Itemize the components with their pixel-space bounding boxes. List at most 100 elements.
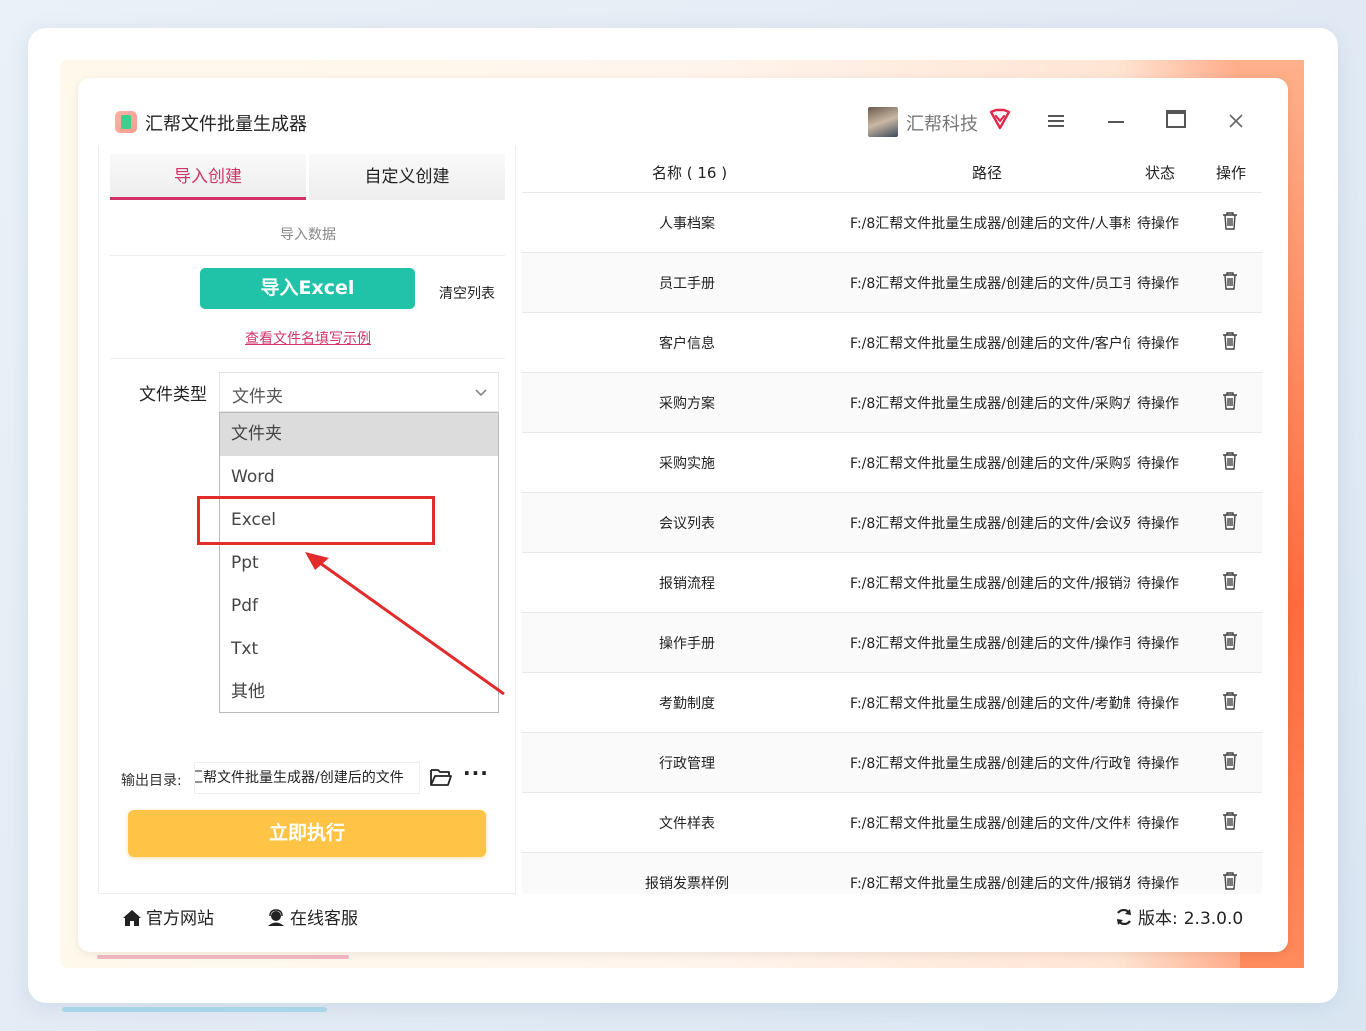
cell-path: F:/8汇帮文件批量生成器/创建后的文件/客户信息 — [850, 336, 1130, 352]
import-excel-button[interactable]: 导入Excel — [200, 268, 415, 309]
table-row[interactable]: 员工手册 F:/8汇帮文件批量生成器/创建后的文件/员工手册 待操作 — [522, 253, 1262, 313]
column-header-operation: 操作 — [1216, 164, 1247, 182]
cell-name: 报销流程 — [659, 576, 715, 592]
cell-name: 采购实施 — [659, 456, 715, 472]
divider — [110, 255, 505, 256]
trash-icon[interactable] — [1221, 571, 1239, 591]
cell-path: F:/8汇帮文件批量生成器/创建后的文件/文件样表 — [850, 816, 1130, 832]
table-row[interactable]: 客户信息 F:/8汇帮文件批量生成器/创建后的文件/客户信息 待操作 — [522, 313, 1262, 373]
company-name[interactable]: 汇帮科技 — [906, 110, 978, 136]
trash-icon[interactable] — [1221, 271, 1239, 291]
cell-path: F:/8汇帮文件批量生成器/创建后的文件/会议列表 — [850, 516, 1130, 532]
cell-name: 操作手册 — [659, 636, 715, 652]
app-title: 汇帮文件批量生成器 — [145, 114, 307, 135]
decor-bar-pink — [97, 955, 349, 959]
official-website-link[interactable]: 官方网站 — [122, 904, 214, 929]
trash-icon[interactable] — [1221, 691, 1239, 711]
cell-status: 待操作 — [1137, 396, 1179, 412]
app-window: 汇帮文件批量生成器 汇帮科技 导入创建 自定义创建 导入数据 导入Excel 清… — [78, 78, 1288, 952]
cell-path: F:/8汇帮文件批量生成器/创建后的文件/报销流程 — [850, 576, 1130, 592]
vip-diamond-icon[interactable] — [988, 108, 1012, 130]
cell-path: F:/8汇帮文件批量生成器/创建后的文件/采购实施 — [850, 456, 1130, 472]
trash-icon[interactable] — [1221, 211, 1239, 231]
trash-icon[interactable] — [1221, 631, 1239, 651]
cell-status: 待操作 — [1137, 696, 1179, 712]
cell-status: 待操作 — [1137, 756, 1179, 772]
divider — [110, 358, 505, 359]
cell-status: 待操作 — [1137, 276, 1179, 292]
version-number: 2.3.0.0 — [1183, 909, 1244, 929]
cell-path: F:/8汇帮文件批量生成器/创建后的文件/采购方案 — [850, 396, 1130, 412]
table-row[interactable]: 报销发票样例 F:/8汇帮文件批量生成器/创建后的文件/报销发票样例待操作 — [522, 853, 1262, 894]
folder-open-icon[interactable] — [429, 766, 453, 788]
refresh-icon[interactable] — [1114, 907, 1134, 927]
app-logo-icon — [115, 111, 137, 133]
cell-name: 会议列表 — [659, 516, 715, 532]
version-label: 版本: — [1138, 909, 1178, 929]
cell-path: F:/8汇帮文件批量生成器/创建后的文件/报销发票样例 — [850, 876, 1130, 892]
cell-status: 待操作 — [1137, 816, 1179, 832]
output-dir-input[interactable]: 汇帮文件批量生成器/创建后的文件 — [194, 762, 420, 794]
file-type-select[interactable]: 文件夹 — [219, 372, 499, 412]
table-row[interactable]: 考勤制度 F:/8汇帮文件批量生成器/创建后的文件/考勤制度 待操作 — [522, 673, 1262, 733]
cell-path: F:/8汇帮文件批量生成器/创建后的文件/人事档案 — [850, 216, 1130, 232]
cell-path: F:/8汇帮文件批量生成器/创建后的文件/行政管理 — [850, 756, 1130, 772]
section-label-import-data: 导入数据 — [280, 227, 336, 243]
tab-import-create[interactable]: 导入创建 — [110, 154, 306, 200]
annotation-arrow — [305, 552, 505, 696]
table-row[interactable]: 操作手册 F:/8汇帮文件批量生成器/创建后的文件/操作手册 待操作 — [522, 613, 1262, 673]
online-service-link[interactable]: 在线客服 — [266, 904, 358, 929]
cell-name: 报销发票样例 — [645, 876, 729, 892]
trash-icon[interactable] — [1221, 811, 1239, 831]
trash-icon[interactable] — [1221, 451, 1239, 471]
column-header-path: 路径 — [972, 164, 1003, 182]
table-row[interactable]: 人事档案 F:/8汇帮文件批量生成器/创建后的文件/人事档案 待操作 — [522, 193, 1262, 253]
cell-name: 采购方案 — [659, 396, 715, 412]
table-row[interactable]: 文件样表 F:/8汇帮文件批量生成器/创建后的文件/文件样表 待操作 — [522, 793, 1262, 853]
cell-status: 待操作 — [1137, 516, 1179, 532]
run-now-button[interactable]: 立即执行 — [128, 810, 486, 857]
table-row[interactable]: 报销流程 F:/8汇帮文件批量生成器/创建后的文件/报销流程 待操作 — [522, 553, 1262, 613]
cell-path: F:/8汇帮文件批量生成器/创建后的文件/员工手册 — [850, 276, 1130, 292]
cell-name: 客户信息 — [659, 336, 715, 352]
minimize-icon[interactable] — [1101, 108, 1131, 134]
customer-service-icon — [268, 909, 284, 926]
cell-status: 待操作 — [1137, 576, 1179, 592]
footer: 官方网站 在线客服 版本: 2.3.0.0 — [78, 894, 1288, 952]
more-options-icon[interactable]: ··· — [463, 761, 489, 785]
table-row[interactable]: 行政管理 F:/8汇帮文件批量生成器/创建后的文件/行政管理 待操作 — [522, 733, 1262, 793]
close-icon[interactable] — [1221, 108, 1251, 134]
trash-icon[interactable] — [1221, 511, 1239, 531]
menu-icon[interactable] — [1041, 108, 1071, 134]
trash-icon[interactable] — [1221, 871, 1239, 891]
online-service-label: 在线客服 — [290, 909, 358, 929]
file-type-selected-value: 文件夹 — [232, 387, 283, 407]
clear-list-button[interactable]: 清空列表 — [439, 283, 495, 303]
table-row[interactable]: 采购方案 F:/8汇帮文件批量生成器/创建后的文件/采购方案 待操作 — [522, 373, 1262, 433]
trash-icon[interactable] — [1221, 751, 1239, 771]
cell-name: 员工手册 — [659, 276, 715, 292]
cell-name: 考勤制度 — [659, 696, 715, 712]
annotation-highlight-box — [197, 496, 435, 545]
cell-status: 待操作 — [1137, 456, 1179, 472]
table-row[interactable]: 会议列表 F:/8汇帮文件批量生成器/创建后的文件/会议列表 待操作 — [522, 493, 1262, 553]
column-header-name: 名称 ( 16 ) — [652, 164, 728, 182]
table-row[interactable]: 采购实施 F:/8汇帮文件批量生成器/创建后的文件/采购实施 待操作 — [522, 433, 1262, 493]
file-table: 名称 ( 16 ) 路径 状态 操作 人事档案 F:/8汇帮文件批量生成器/创建后… — [522, 146, 1262, 894]
trash-icon[interactable] — [1221, 331, 1239, 351]
filename-example-link[interactable]: 查看文件名填写示例 — [99, 328, 517, 348]
cell-name: 人事档案 — [659, 216, 715, 232]
maximize-icon[interactable] — [1161, 108, 1191, 134]
official-website-label: 官方网站 — [146, 909, 214, 929]
left-panel: 导入创建 自定义创建 导入数据 导入Excel 清空列表 查看文件名填写示例 文… — [98, 146, 516, 894]
trash-icon[interactable] — [1221, 391, 1239, 411]
cell-name: 文件样表 — [659, 816, 715, 832]
cell-status: 待操作 — [1137, 876, 1179, 892]
user-avatar[interactable] — [868, 107, 898, 137]
cell-path: F:/8汇帮文件批量生成器/创建后的文件/操作手册 — [850, 636, 1130, 652]
cell-status: 待操作 — [1137, 336, 1179, 352]
cell-status: 待操作 — [1137, 216, 1179, 232]
dropdown-option-word[interactable]: Word — [220, 456, 498, 499]
dropdown-option-folder[interactable]: 文件夹 — [220, 413, 498, 456]
tab-custom-create[interactable]: 自定义创建 — [309, 154, 505, 200]
